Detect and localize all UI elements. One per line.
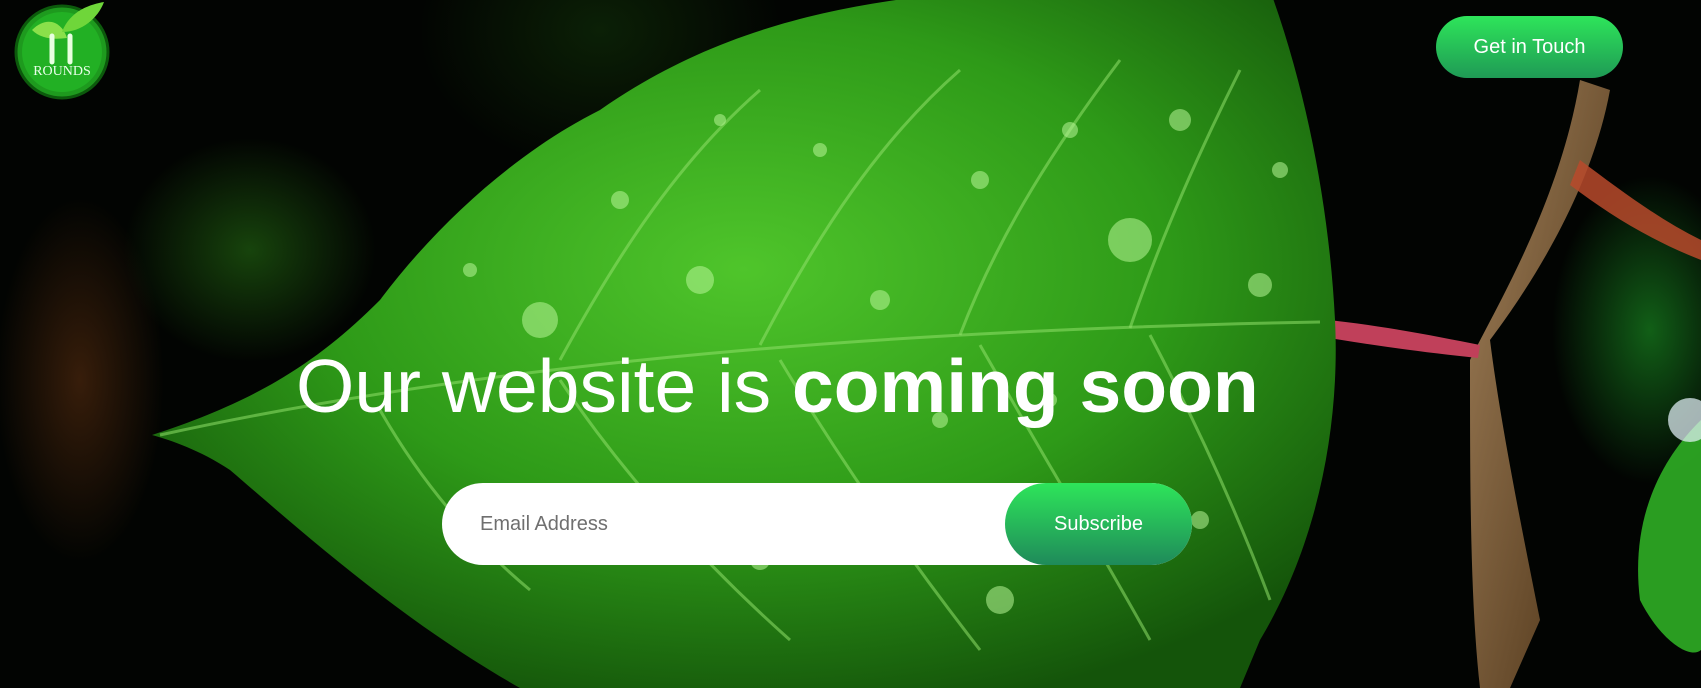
subscribe-button[interactable]: Subscribe — [1005, 483, 1192, 565]
leaf-logo-icon[interactable]: ROUNDS — [12, 0, 112, 100]
page-title: Our website is coming soon — [0, 343, 1701, 429]
get-in-touch-button[interactable]: Get in Touch — [1436, 16, 1623, 78]
email-field[interactable] — [480, 483, 1000, 565]
branch-twig — [1570, 160, 1701, 260]
headline-regular: Our website is — [296, 344, 792, 428]
hero-section: ROUNDS Get in Touch Our website is comin… — [0, 0, 1701, 688]
side-leaf — [1638, 420, 1701, 653]
logo-text: ROUNDS — [33, 64, 91, 79]
headline-bold: coming soon — [792, 344, 1259, 428]
subscribe-form: Subscribe — [442, 483, 1192, 565]
